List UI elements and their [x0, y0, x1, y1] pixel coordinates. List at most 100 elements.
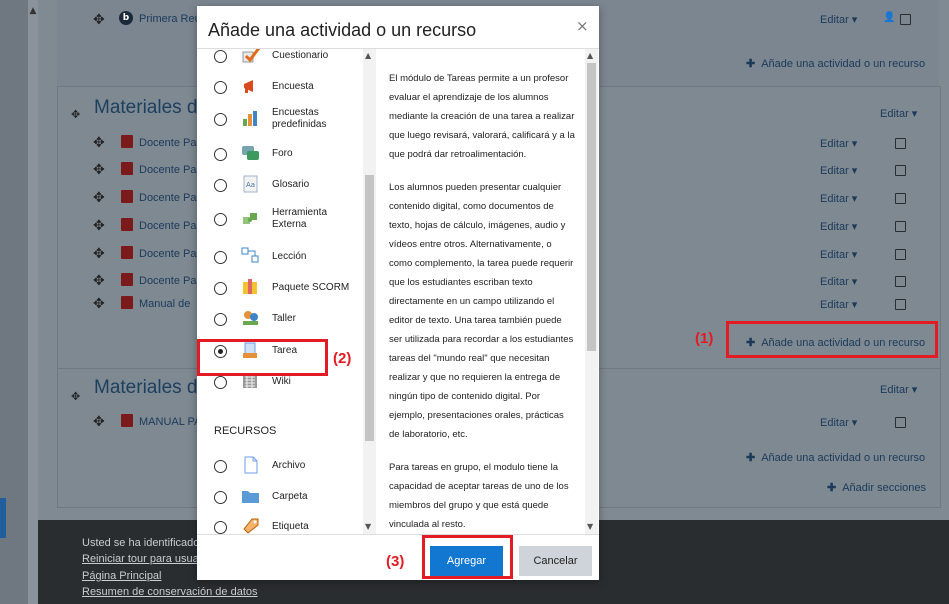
activity-link[interactable]: Docente Pa — [139, 192, 196, 204]
completion-checkbox[interactable] — [895, 193, 906, 204]
pdf-icon — [121, 135, 133, 148]
left-drawer-bar: ▲ — [0, 0, 38, 604]
move-icon[interactable]: ✥ — [93, 296, 105, 312]
activity-link[interactable]: Docente Pa — [139, 164, 196, 176]
activity-option[interactable]: Herramienta Externa — [197, 204, 363, 234]
home-link[interactable]: Página Principal — [82, 570, 162, 582]
scroll-down-icon[interactable]: ▼ — [365, 522, 371, 531]
glossary-icon: Aa — [241, 175, 261, 193]
section-title[interactable]: Materiales d — [94, 377, 198, 399]
edit-menu[interactable]: Editar ▾ — [820, 164, 857, 177]
radio-button[interactable] — [214, 376, 227, 389]
scroll-up-icon[interactable]: ▲ — [365, 51, 371, 60]
activity-link[interactable]: Docente Pa — [139, 137, 196, 149]
scroll-up-icon[interactable]: ▲ — [587, 51, 593, 60]
edit-menu[interactable]: Editar ▾ — [820, 298, 857, 311]
edit-menu[interactable]: Editar ▾ — [820, 248, 857, 261]
move-icon[interactable]: ✥ — [93, 162, 105, 178]
edit-menu[interactable]: Editar ▾ — [820, 220, 857, 233]
radio-button[interactable] — [214, 251, 227, 264]
radio-button[interactable] — [214, 521, 227, 534]
move-icon[interactable]: ✥ — [93, 135, 105, 151]
completion-checkbox[interactable] — [895, 165, 906, 176]
activity-option[interactable]: Paquete SCORM — [197, 273, 363, 303]
description-paragraph: Los alumnos pueden presentar cualquier c… — [389, 182, 574, 440]
activity-option[interactable]: Cuestionario — [197, 49, 363, 71]
radio-button[interactable] — [214, 282, 227, 295]
move-icon[interactable]: ✥ — [93, 12, 105, 28]
activity-option-label: Foro — [272, 148, 293, 159]
add-activity-link[interactable]: ✚ Añade una actividad o un recurso — [746, 57, 925, 70]
plus-icon: ✚ — [746, 58, 756, 70]
activity-option-label: Taller — [272, 313, 296, 324]
resource-option[interactable]: Etiqueta — [197, 512, 363, 534]
radio-button[interactable] — [214, 213, 227, 226]
completion-checkbox[interactable] — [895, 221, 906, 232]
edit-menu[interactable]: Editar ▾ — [820, 192, 857, 205]
move-icon[interactable]: ✥ — [93, 190, 105, 206]
scroll-up-icon[interactable]: ▲ — [28, 6, 38, 16]
edit-menu[interactable]: Editar ▾ — [820, 13, 857, 26]
radio-button[interactable] — [214, 50, 227, 63]
radio-button[interactable] — [214, 460, 227, 473]
add-sections-link[interactable]: ✚ Añadir secciones — [827, 481, 926, 494]
radio-button[interactable] — [214, 179, 227, 192]
completion-checkbox[interactable] — [895, 417, 906, 428]
activity-option[interactable]: Encuestas predefinidas — [197, 104, 363, 134]
activity-option-label: Encuesta — [272, 81, 314, 92]
activity-option[interactable]: Lección — [197, 242, 363, 272]
section-move-icon[interactable]: ✥ — [71, 390, 80, 403]
section-edit-menu[interactable]: Editar ▾ — [880, 107, 917, 120]
data-retention-link[interactable]: Resumen de conservación de datos — [82, 586, 258, 598]
resources-heading: RECURSOS — [214, 425, 277, 437]
divider — [197, 534, 599, 535]
section-edit-menu[interactable]: Editar ▾ — [880, 383, 917, 396]
move-icon[interactable]: ✥ — [93, 218, 105, 234]
activity-link[interactable]: Primera Reu — [139, 13, 201, 25]
radio-button[interactable] — [214, 491, 227, 504]
radio-button[interactable] — [214, 313, 227, 326]
pdf-icon — [121, 218, 133, 231]
activity-list-scrollbar[interactable]: ▲ ▼ — [363, 49, 376, 534]
completion-checkbox[interactable] — [895, 249, 906, 260]
close-icon[interactable]: × — [576, 17, 589, 35]
radio-button[interactable] — [214, 81, 227, 94]
add-activity-link[interactable]: ✚ Añade una actividad o un recurso — [746, 451, 925, 464]
activity-option[interactable]: Taller — [197, 304, 363, 334]
description-scrollbar[interactable]: ▲ ▼ — [585, 49, 598, 534]
move-icon[interactable]: ✥ — [93, 246, 105, 262]
edit-menu[interactable]: Editar ▾ — [820, 137, 857, 150]
section-title[interactable]: Materiales de — [94, 97, 208, 119]
add-sections-label: Añadir secciones — [842, 482, 926, 494]
completion-checkbox[interactable] — [895, 299, 906, 310]
resource-option[interactable]: Carpeta — [197, 482, 363, 512]
completion-checkbox[interactable] — [900, 14, 911, 25]
page-scrollbar[interactable] — [28, 0, 38, 604]
radio-button[interactable] — [214, 113, 227, 126]
scroll-thumb[interactable] — [365, 175, 374, 441]
activity-option[interactable]: Aa Glosario — [197, 170, 363, 200]
section-move-icon[interactable]: ✥ — [71, 108, 80, 121]
activity-option[interactable]: Encuesta — [197, 72, 363, 102]
activity-option[interactable]: Foro — [197, 139, 363, 169]
scroll-thumb[interactable] — [587, 63, 596, 351]
activity-link[interactable]: Docente Pa — [139, 248, 196, 260]
radio-button[interactable] — [214, 148, 227, 161]
completion-checkbox[interactable] — [895, 276, 906, 287]
reset-tour-link[interactable]: Reiniciar tour para usua — [82, 553, 199, 565]
edit-menu[interactable]: Editar ▾ — [820, 416, 857, 429]
resource-option[interactable]: Archivo — [197, 451, 363, 481]
pdf-icon — [121, 296, 133, 309]
activity-link[interactable]: Docente Pa — [139, 220, 196, 232]
activity-link[interactable]: Manual de — [139, 298, 190, 310]
lesson-icon — [241, 247, 261, 265]
move-icon[interactable]: ✥ — [93, 414, 105, 430]
activity-link[interactable]: MANUAL PA — [139, 416, 201, 428]
completion-checkbox[interactable] — [895, 138, 906, 149]
move-icon[interactable]: ✥ — [93, 273, 105, 289]
edit-menu[interactable]: Editar ▾ — [820, 275, 857, 288]
cancel-button[interactable]: Cancelar — [519, 546, 592, 576]
activity-option-label: Herramienta Externa — [272, 207, 328, 230]
scroll-down-icon[interactable]: ▼ — [587, 522, 593, 531]
activity-link[interactable]: Docente Pa — [139, 275, 196, 287]
